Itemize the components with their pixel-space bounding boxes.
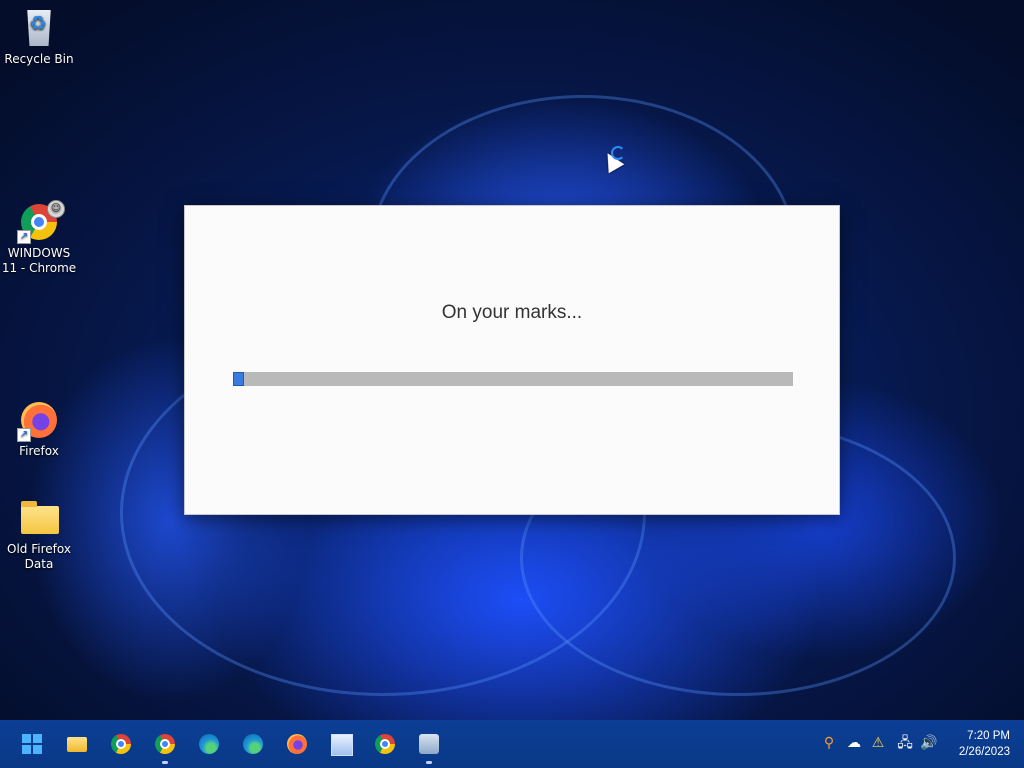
chrome-icon [111, 734, 131, 754]
edge-icon [199, 734, 219, 754]
running-indicator [426, 761, 432, 764]
taskbar-firefox[interactable] [281, 728, 313, 760]
desktop-icon-label: Firefox [19, 444, 59, 458]
volume-icon[interactable]: 🔊 [920, 734, 938, 752]
chrome-icon [375, 734, 395, 754]
shortcut-arrow-icon: ↗ [17, 230, 31, 244]
folder-icon [19, 498, 59, 538]
taskbar-chrome-2[interactable] [369, 728, 401, 760]
taskbar: ⚲ ☁ ⚠ 🖧 🔊 7:20 PM 2/26/2023 [0, 720, 1024, 768]
desktop-icon-recycle-bin[interactable]: Recycle Bin [0, 8, 78, 67]
start-button[interactable] [16, 728, 48, 760]
taskbar-edge-profile[interactable] [237, 728, 269, 760]
splash-dialog: On your marks... [184, 205, 840, 515]
chrome-icon [155, 734, 175, 754]
progress-bar-fill [233, 372, 244, 386]
edge-icon [243, 734, 263, 754]
shortcut-arrow-icon: ↗ [17, 428, 31, 442]
chrome-icon: ☺ ↗ [17, 200, 65, 244]
windows-start-icon [22, 734, 42, 754]
busy-spinner-icon [611, 146, 625, 160]
firefox-icon [287, 734, 307, 754]
network-icon[interactable]: 🖧 [896, 734, 914, 752]
dialog-message: On your marks... [441, 302, 583, 323]
folder-icon [67, 737, 87, 752]
desktop-icon-windows11-chrome[interactable]: ☺ ↗ WINDOWS 11 - Chrome [0, 200, 78, 276]
taskbar-chrome-profile[interactable] [149, 728, 181, 764]
taskbar-edge[interactable] [193, 728, 225, 760]
cloud-icon[interactable]: ☁ [845, 734, 863, 752]
taskbar-file-explorer[interactable] [61, 728, 93, 760]
running-indicator [162, 761, 168, 764]
taskbar-setup[interactable] [413, 728, 445, 764]
desktop-icon-label: WINDOWS 11 - Chrome [1, 246, 77, 275]
taskbar-chrome[interactable] [105, 728, 137, 760]
desktop-icon-label: Recycle Bin [4, 52, 74, 66]
progress-bar [233, 372, 793, 386]
taskbar-resource-monitor[interactable] [325, 728, 357, 760]
profile-badge-icon: ☺ [47, 200, 65, 218]
desktop-icon-label: Old Firefox Data [7, 542, 71, 571]
recycle-bin-icon [19, 8, 59, 48]
setup-icon [419, 734, 439, 754]
clock-date: 2/26/2023 [958, 746, 1010, 758]
search-icon[interactable]: ⚲ [820, 734, 838, 752]
monitor-icon [331, 734, 353, 756]
desktop-icon-firefox[interactable]: ↗ Firefox [0, 400, 78, 459]
clock-time: 7:20 PM [967, 730, 1010, 742]
desktop-icon-old-firefox-data[interactable]: Old Firefox Data [0, 498, 78, 572]
taskbar-clock[interactable]: 7:20 PM 2/26/2023 [959, 728, 1010, 760]
security-warning-icon[interactable]: ⚠ [869, 734, 887, 752]
firefox-icon: ↗ [17, 400, 59, 442]
